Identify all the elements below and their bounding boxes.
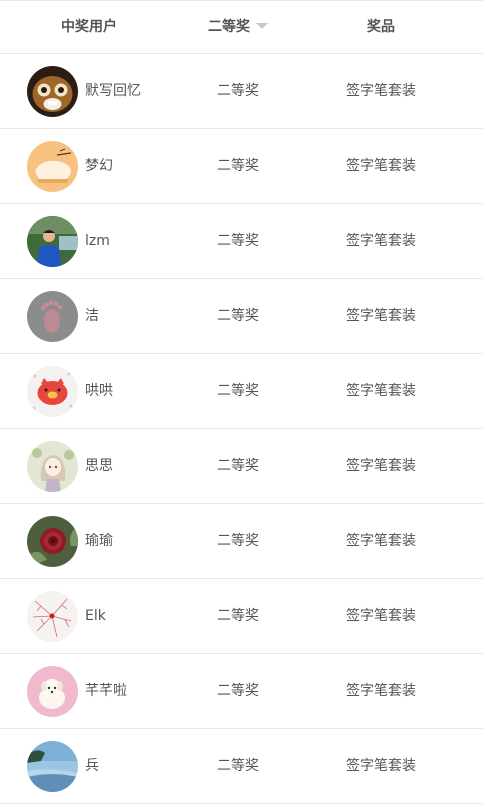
table-row: 梦幻 二等奖 签字笔套装 [0, 129, 483, 204]
winner-name: 哄哄 [85, 383, 113, 399]
table-row: 哄哄 二等奖 签字笔套装 [0, 354, 483, 429]
table-row: 默写回忆 二等奖 签字笔套装 [0, 54, 483, 129]
cake-avatar [27, 141, 78, 192]
column-header-prize[interactable]: 二等奖 [178, 1, 298, 53]
table-row: 瑜瑜 二等奖 签字笔套装 [0, 504, 483, 579]
winner-name: lzm [85, 233, 110, 249]
prize-level: 二等奖 [217, 683, 259, 699]
gift-name: 签字笔套装 [346, 533, 416, 549]
gift-name: 签字笔套装 [346, 683, 416, 699]
red-flower-avatar [27, 516, 78, 567]
winner-name: 芊芊啦 [85, 683, 127, 699]
prize-level: 二等奖 [217, 758, 259, 774]
prize-level: 二等奖 [217, 608, 259, 624]
cartoon-character-avatar [27, 66, 78, 117]
column-header-user: 中奖用户 [61, 19, 117, 35]
prize-level: 二等奖 [217, 233, 259, 249]
person-outdoors-avatar [27, 216, 78, 267]
winner-name: 瑜瑜 [85, 533, 113, 549]
table-row: 兵 二等奖 签字笔套装 [0, 729, 483, 804]
prize-level: 二等奖 [217, 383, 259, 399]
column-header-prize-label: 二等奖 [208, 19, 250, 35]
prize-level: 二等奖 [217, 83, 259, 99]
table-row: 思思 二等奖 签字笔套装 [0, 429, 483, 504]
white-puppy-avatar [27, 666, 78, 717]
winner-name: 思思 [85, 458, 113, 474]
winner-name: Elk [85, 608, 106, 624]
table-header: 中奖用户 二等奖 奖品 [0, 0, 483, 54]
winner-name: 梦幻 [85, 158, 113, 174]
gift-name: 签字笔套装 [346, 608, 416, 624]
gift-name: 签字笔套装 [346, 83, 416, 99]
sky-landscape-avatar [27, 741, 78, 792]
gift-name: 签字笔套装 [346, 383, 416, 399]
table-row: lzm 二等奖 签字笔套装 [0, 204, 483, 279]
red-pig-avatar [27, 366, 78, 417]
footprint-avatar [27, 291, 78, 342]
winner-name: 兵 [85, 758, 99, 774]
triangle-down-icon[interactable] [256, 23, 268, 29]
anime-girl-avatar [27, 441, 78, 492]
prize-level: 二等奖 [217, 308, 259, 324]
gift-name: 签字笔套装 [346, 308, 416, 324]
winner-name: 洁 [85, 308, 99, 324]
table-row: 洁 二等奖 签字笔套装 [0, 279, 483, 354]
column-header-gift: 奖品 [367, 19, 395, 35]
table-row: Elk 二等奖 签字笔套装 [0, 579, 483, 654]
prize-level: 二等奖 [217, 458, 259, 474]
gift-name: 签字笔套装 [346, 233, 416, 249]
prize-level: 二等奖 [217, 533, 259, 549]
winner-name: 默写回忆 [85, 83, 141, 99]
gift-name: 签字笔套装 [346, 458, 416, 474]
red-branches-avatar [27, 591, 78, 642]
table-row: 芊芊啦 二等奖 签字笔套装 [0, 654, 483, 729]
winners-table: 中奖用户 二等奖 奖品 默写回忆 二等奖 签字笔套装 梦幻 二等奖 签字笔套装 … [0, 0, 483, 804]
gift-name: 签字笔套装 [346, 158, 416, 174]
prize-level: 二等奖 [217, 158, 259, 174]
gift-name: 签字笔套装 [346, 758, 416, 774]
